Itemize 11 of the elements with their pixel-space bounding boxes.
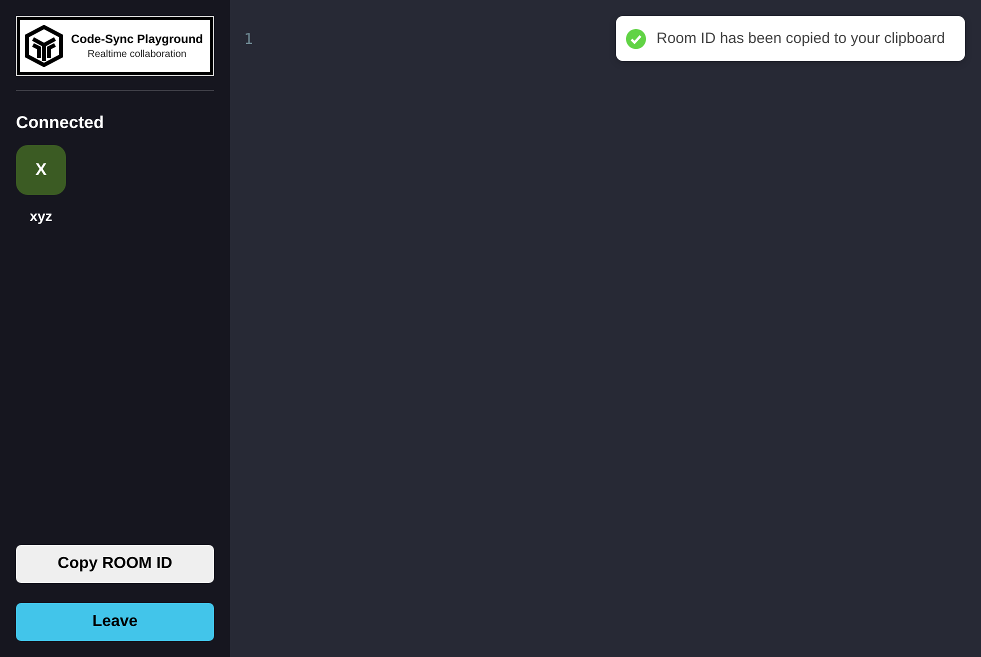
line-number: 1: [244, 30, 254, 48]
cube-logo-icon: [25, 25, 63, 67]
logo-title: Code-Sync Playground: [70, 32, 204, 46]
check-circle-icon: [626, 28, 646, 48]
avatar: X: [16, 145, 66, 195]
client-name: xyz: [30, 208, 52, 224]
logo-subtitle: Realtime collaboration: [88, 49, 186, 60]
leave-button[interactable]: Leave: [16, 603, 214, 641]
toast-message: Room ID has been copied to your clipboard: [656, 30, 945, 47]
connected-heading: Connected: [16, 113, 105, 133]
copy-room-id-button[interactable]: Copy ROOM ID: [16, 545, 214, 583]
